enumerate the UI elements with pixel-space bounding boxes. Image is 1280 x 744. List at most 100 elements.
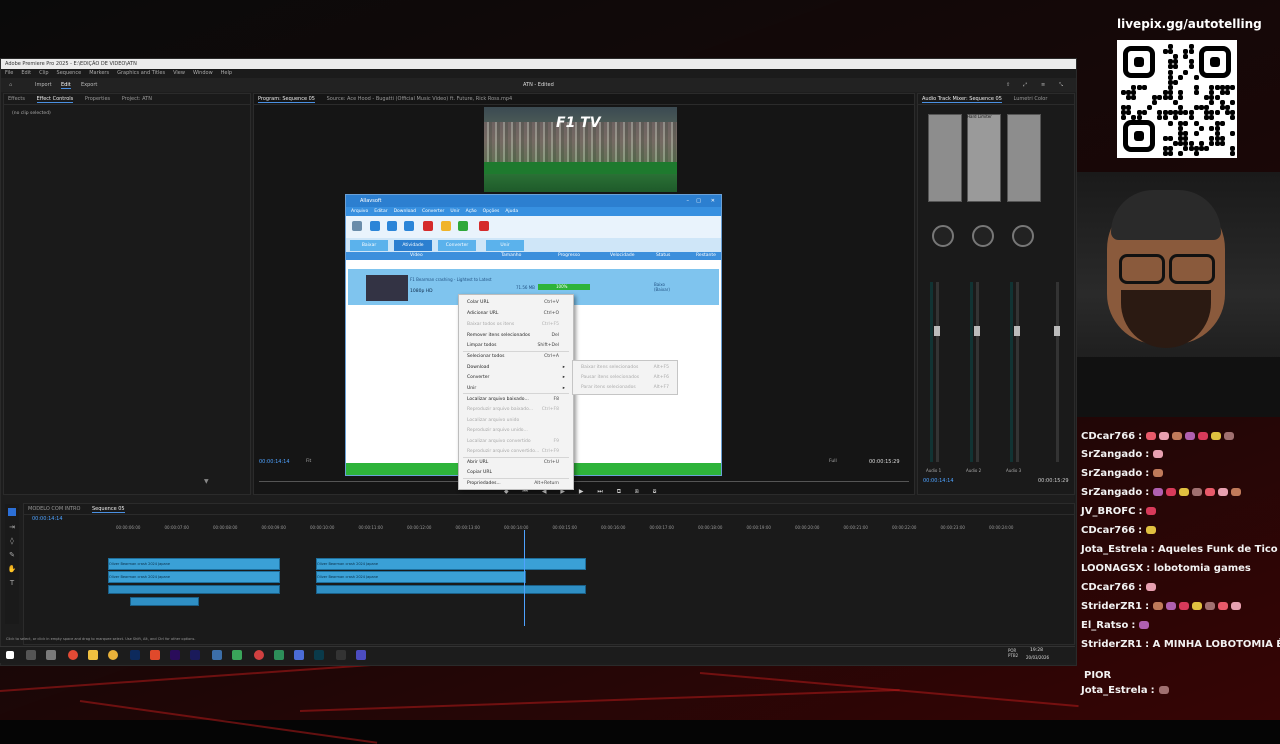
tab-properties[interactable]: Properties	[85, 96, 110, 102]
context-menu-item[interactable]: Limpar todos Shift+Del	[467, 341, 567, 351]
tab-program[interactable]: Program: Sequence 05	[258, 96, 315, 103]
col-tamanho[interactable]: Tamanho	[501, 253, 521, 258]
record-icon[interactable]	[479, 221, 489, 231]
app-icon[interactable]	[274, 650, 284, 660]
tab-effect-controls[interactable]: Effect Controls	[36, 96, 74, 103]
folder-icon[interactable]	[441, 221, 451, 231]
av-menu-editar[interactable]: Editar	[374, 209, 387, 214]
mixer-effect-slot[interactable]	[928, 114, 962, 202]
capcut-icon[interactable]	[336, 650, 346, 660]
language-indicator[interactable]: POR PTB2	[1008, 648, 1022, 658]
menu-edit[interactable]: Edit	[21, 70, 31, 76]
tab-sequence-05[interactable]: Sequence 05	[92, 506, 125, 513]
download-icon[interactable]	[370, 221, 380, 231]
menu-help[interactable]: Help	[221, 70, 232, 76]
context-menu-item[interactable]: Localizar arquivo baixado... F8	[467, 395, 567, 405]
mixer-effect-slot[interactable]	[967, 114, 1001, 202]
av-menu-download[interactable]: Download	[394, 209, 416, 214]
menu-file[interactable]: File	[5, 70, 13, 76]
clock-time[interactable]: 19:28	[1030, 648, 1043, 653]
context-menu-item[interactable]: Abrir URL Ctrl+U	[467, 458, 567, 468]
brave-icon[interactable]	[150, 650, 160, 660]
play-icon[interactable]	[458, 221, 468, 231]
selection-tool-icon[interactable]	[8, 508, 16, 516]
menu-window[interactable]: Window	[193, 70, 213, 76]
calculator-icon[interactable]	[212, 650, 222, 660]
av-menu-unir[interactable]: Unir	[450, 209, 459, 214]
premiere-icon[interactable]	[170, 650, 180, 660]
context-menu-item[interactable]: Propriedades... Alt+Return	[467, 479, 567, 489]
delete-icon[interactable]	[423, 221, 433, 231]
menu-sequence[interactable]: Sequence	[57, 70, 82, 76]
col-video[interactable]: Vídeo	[410, 253, 423, 258]
chrome-icon[interactable]	[68, 650, 78, 660]
context-menu-item[interactable]: Download ▸	[467, 363, 567, 373]
menu-graphics[interactable]: Graphics and Titles	[117, 70, 165, 76]
start-icon[interactable]	[6, 651, 14, 659]
av-menu-opcoes[interactable]: Opções	[483, 209, 500, 214]
context-menu-item[interactable]: Remover itens selecionados Del	[467, 331, 567, 341]
context-menu-item[interactable]: Colar URL Ctrl+V	[467, 298, 567, 308]
home-icon[interactable]: ⌂	[9, 82, 12, 88]
tools-icons[interactable]: ⇥ ◊ ✎ ✋ T	[5, 520, 19, 590]
link-icon[interactable]	[352, 221, 362, 231]
volume-fader[interactable]	[1054, 326, 1060, 336]
folder-icon[interactable]	[88, 650, 98, 660]
col-restante[interactable]: Restante	[696, 253, 716, 258]
fit-dropdown[interactable]: Fit	[306, 459, 311, 464]
tab-source[interactable]: Source: Ace Hood - Bugatti (Official Mus…	[327, 96, 513, 102]
context-menu-item[interactable]: Adicionar URL Ctrl+O	[467, 309, 567, 319]
tab-project[interactable]: Project: ATN	[122, 96, 152, 102]
stop-icon[interactable]	[404, 221, 414, 231]
app-icon[interactable]	[294, 650, 304, 660]
allavsoft-icon[interactable]	[232, 650, 242, 660]
col-status[interactable]: Status	[656, 253, 670, 258]
menu-markers[interactable]: Markers	[89, 70, 109, 76]
video-clip[interactable]: Oliver Bearman crash 2024 Japane	[108, 558, 280, 570]
clock-date[interactable]: 20/03/2026	[1026, 655, 1049, 660]
audio-clip[interactable]	[108, 585, 280, 594]
context-menu-item[interactable]: Copiar URL	[467, 468, 567, 478]
timeline-playhead[interactable]	[524, 530, 525, 626]
av-menu-converter[interactable]: Converter	[422, 209, 444, 214]
pause-icon[interactable]	[387, 221, 397, 231]
menu-clip[interactable]: Clip	[39, 70, 48, 76]
workspace-import[interactable]: Import	[35, 82, 52, 88]
context-menu-item[interactable]: Converter ▸	[467, 373, 567, 383]
app-icon[interactable]	[356, 650, 366, 660]
maximize-icon[interactable]: □	[696, 195, 701, 207]
chrome-icon[interactable]	[108, 650, 118, 660]
av-menu-ajuda[interactable]: Ajuda	[505, 209, 518, 214]
workspace-export[interactable]: Export	[81, 82, 97, 88]
volume-fader[interactable]	[974, 326, 980, 336]
menu-icon[interactable]: ≡	[1041, 82, 1045, 88]
video-clip[interactable]: Oliver Bearman crash 2024 Japane	[316, 571, 526, 583]
pan-knob-icon[interactable]	[932, 225, 954, 247]
tab-atividade[interactable]: Atividade	[394, 240, 432, 251]
photoshop-icon[interactable]	[130, 650, 140, 660]
col-progresso[interactable]: Progresso	[558, 253, 580, 258]
audio-clip[interactable]	[130, 597, 199, 606]
av-menu-acao[interactable]: Ação	[466, 209, 477, 214]
av-menu-arquivo[interactable]: Arquivo	[351, 209, 368, 214]
tab-converter[interactable]: Converter	[438, 240, 476, 251]
tab-audio-mixer[interactable]: Audio Track Mixer: Sequence 05	[922, 96, 1002, 103]
app-icon[interactable]	[254, 650, 264, 660]
scrub-bar[interactable]	[259, 481, 909, 482]
resolution-dropdown[interactable]: Full	[829, 459, 837, 464]
video-clip[interactable]: Oliver Bearman crash 2024 Japane	[108, 571, 280, 583]
volume-fader[interactable]	[1014, 326, 1020, 336]
fullscreen-icon[interactable]: ⤢	[1023, 82, 1027, 88]
video-clip[interactable]: Oliver Bearman crash 2024 Japane	[316, 558, 586, 570]
tab-sequence-intro[interactable]: MODELO COM INTRO	[28, 506, 80, 512]
col-velocidade[interactable]: Velocidade	[610, 253, 634, 258]
volume-fader[interactable]	[934, 326, 940, 336]
tab-effects[interactable]: Effects	[8, 96, 25, 102]
pan-knob-icon[interactable]	[972, 225, 994, 247]
context-menu-item[interactable]: Selecionar todos Ctrl+A	[467, 352, 567, 362]
media-encoder-icon[interactable]	[190, 650, 200, 660]
pan-knob-icon[interactable]	[1012, 225, 1034, 247]
taskview-icon[interactable]	[26, 650, 36, 660]
share-icon[interactable]: ⇧	[1006, 82, 1010, 88]
tab-lumetri[interactable]: Lumetri Color	[1014, 96, 1048, 102]
